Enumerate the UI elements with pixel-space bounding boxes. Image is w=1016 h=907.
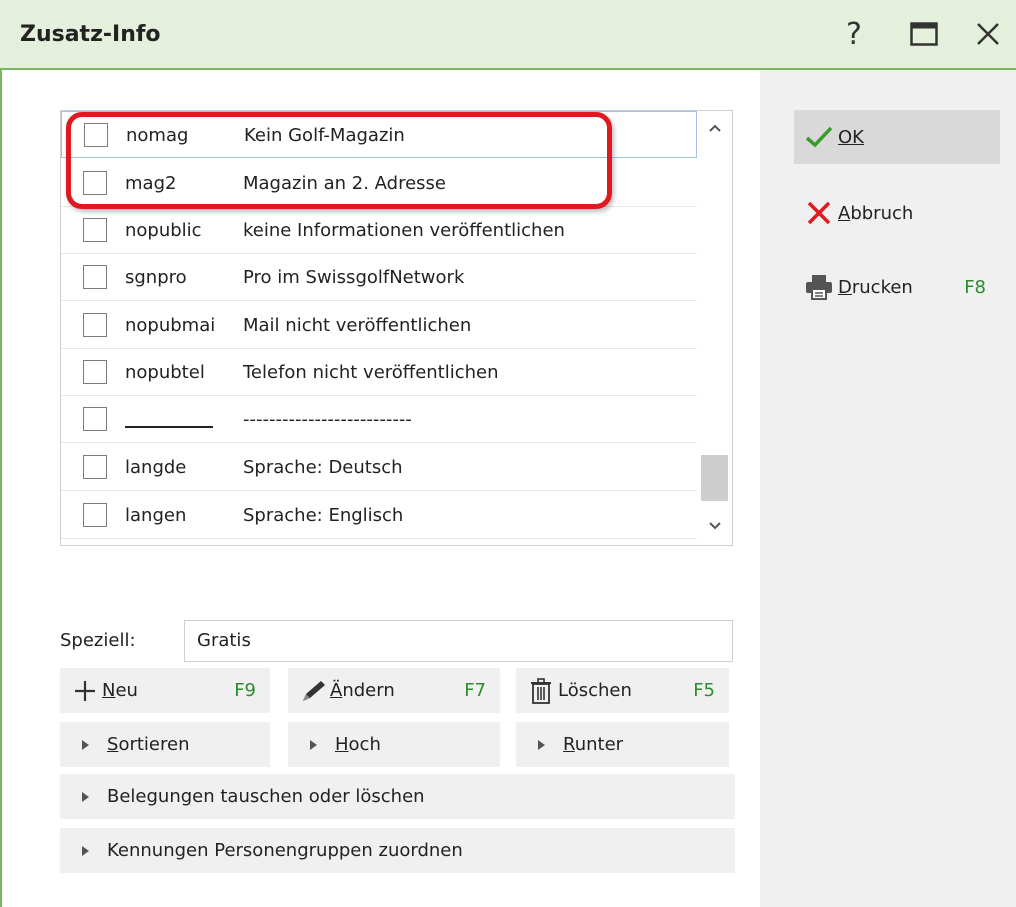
plus-icon: [68, 679, 102, 703]
item-desc: Sprache: Deutsch: [243, 457, 403, 478]
edit-button[interactable]: Ändern F7: [288, 668, 500, 713]
assign-groups-button[interactable]: Kennungen Personengruppen zuordnen: [60, 828, 735, 873]
expand-arrow-icon: [538, 739, 545, 750]
down-button[interactable]: Runter: [516, 722, 729, 767]
checkbox[interactable]: [83, 218, 107, 242]
expand-arrow-icon: [310, 739, 317, 750]
checkbox[interactable]: [83, 503, 107, 527]
edit-shortcut: F7: [464, 680, 486, 701]
title-bar: Zusatz-Info ?: [0, 0, 1016, 70]
item-code: nopublic: [125, 220, 202, 241]
up-button[interactable]: Hoch: [288, 722, 500, 767]
list-item[interactable]: nopubtel Telefon nicht veröffentlichen: [61, 349, 697, 396]
list-item[interactable]: nopubmai Mail nicht veröffentlichen: [61, 302, 697, 349]
item-desc: keine Informationen veröffentlichen: [243, 220, 565, 241]
cancel-label: Abbruch: [838, 202, 914, 224]
printer-icon: [800, 272, 838, 302]
delete-label: Löschen: [558, 680, 632, 701]
list-item[interactable]: langde Sprache: Deutsch: [61, 444, 697, 491]
checkbox[interactable]: [83, 360, 107, 384]
expand-arrow-icon: [82, 791, 89, 802]
down-label: Runter: [563, 734, 624, 755]
scroll-up-icon[interactable]: [697, 113, 732, 143]
ok-label: OK: [838, 126, 864, 148]
groups-label: Kennungen Personengruppen zuordnen: [107, 840, 463, 861]
right-panel: OK Abbruch Drucken F8: [760, 70, 1016, 907]
swap-assignments-button[interactable]: Belegungen tauschen oder löschen: [60, 774, 735, 819]
checkbox[interactable]: [83, 265, 107, 289]
ok-button[interactable]: OK: [794, 110, 1000, 164]
delete-shortcut: F5: [693, 680, 715, 701]
highlight-box: [66, 112, 612, 209]
up-label: Hoch: [335, 734, 381, 755]
list-item[interactable]: langen Sprache: Englisch: [61, 492, 697, 539]
item-code: sgnpro: [125, 267, 187, 288]
scroll-thumb[interactable]: [701, 455, 728, 501]
new-button[interactable]: Neu F9: [60, 668, 270, 713]
item-code: nopubmai: [125, 315, 216, 336]
trash-icon: [524, 677, 558, 704]
item-desc: --------------------------: [243, 409, 412, 430]
close-icon[interactable]: [966, 12, 1010, 56]
list-item[interactable]: --------------------------: [61, 396, 697, 443]
print-label: Drucken: [838, 276, 913, 298]
checkbox[interactable]: [83, 455, 107, 479]
item-code: langde: [125, 457, 187, 478]
pencil-icon: [296, 679, 330, 703]
item-desc: Mail nicht veröffentlichen: [243, 315, 472, 336]
item-desc: Sprache: Englisch: [243, 505, 404, 526]
print-shortcut: F8: [964, 276, 986, 298]
item-desc: Telefon nicht veröffentlichen: [243, 362, 499, 383]
edit-label: Ändern: [330, 680, 395, 701]
window-border: [0, 70, 2, 907]
sort-label: Sortieren: [107, 734, 190, 755]
item-code: nopubtel: [125, 362, 205, 383]
special-input[interactable]: Gratis: [184, 620, 733, 662]
print-button[interactable]: Drucken F8: [794, 260, 1000, 314]
list-item[interactable]: sgnpro Pro im SwissgolfNetwork: [61, 254, 697, 301]
cancel-button[interactable]: Abbruch: [794, 186, 1000, 240]
expand-arrow-icon: [82, 739, 89, 750]
help-icon[interactable]: ?: [832, 12, 876, 56]
item-desc: Pro im SwissgolfNetwork: [243, 267, 465, 288]
list-item[interactable]: nopublic keine Informationen veröffentli…: [61, 207, 697, 254]
sort-button[interactable]: Sortieren: [60, 722, 270, 767]
scroll-down-icon[interactable]: [697, 511, 732, 541]
item-code: langen: [125, 505, 187, 526]
vertical-scrollbar[interactable]: [697, 111, 732, 545]
expand-arrow-icon: [82, 845, 89, 856]
maximize-icon[interactable]: [902, 12, 946, 56]
checkbox[interactable]: [83, 313, 107, 337]
cross-icon: [800, 198, 838, 228]
checkbox[interactable]: [83, 407, 107, 431]
special-value: Gratis: [197, 630, 251, 651]
delete-button[interactable]: Löschen F5: [516, 668, 729, 713]
new-label: Neu: [102, 680, 138, 701]
check-icon: [800, 122, 838, 152]
swap-label: Belegungen tauschen oder löschen: [107, 786, 425, 807]
window-title: Zusatz-Info: [20, 22, 161, 47]
special-label: Speziell:: [60, 630, 136, 651]
empty-code-line: [125, 426, 213, 428]
new-shortcut: F9: [234, 680, 256, 701]
